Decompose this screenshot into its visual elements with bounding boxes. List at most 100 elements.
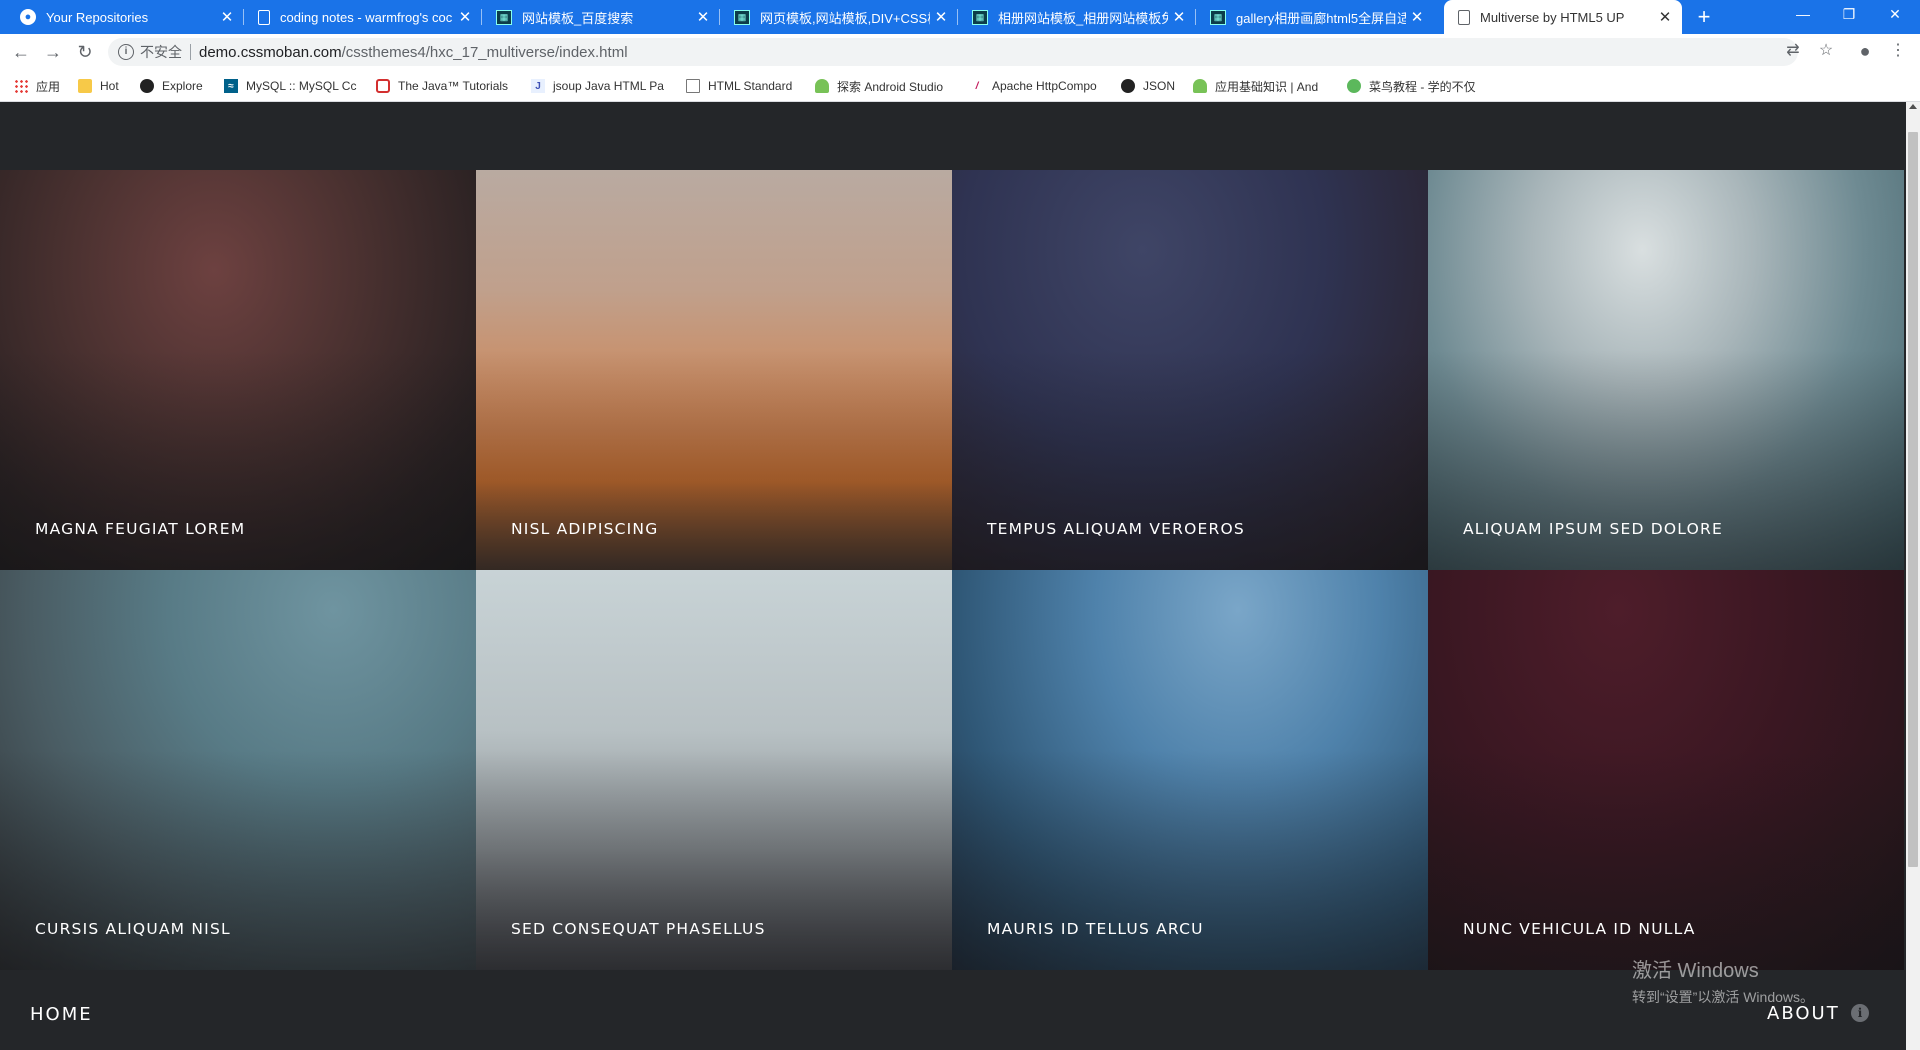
tab-coding-notes[interactable]: coding notes - warmfrog's coc ✕ (244, 0, 482, 34)
bookmark-mysql[interactable]: ≈ MySQL :: MySQL Cc (224, 76, 360, 96)
bookmark-explore[interactable]: Explore (140, 76, 215, 96)
bookmark-android-basics[interactable]: 应用基础知识 | And (1193, 76, 1331, 96)
tab-your-repositories[interactable]: ● Your Repositories ✕ (6, 0, 244, 34)
gallery-item[interactable]: TEMPUS ALIQUAM VEROEROS (952, 170, 1428, 570)
tab-multiverse[interactable]: Multiverse by HTML5 UP ✕ (1444, 0, 1682, 34)
tab-title: Your Repositories (46, 9, 149, 25)
tab-gallery-html5[interactable]: ▦ gallery相册画廊html5全屏自适应 ✕ (1196, 0, 1434, 34)
bookmark-runoob[interactable]: 菜鸟教程 - 学的不仅 (1347, 76, 1487, 96)
bookmark-java-tutorials[interactable]: The Java™ Tutorials (376, 76, 516, 96)
tab-title: 网页模板,网站模板,DIV+CSS模板 (760, 10, 930, 26)
site-footer: HOME ABOUT i (0, 970, 1906, 1050)
close-icon[interactable]: ✕ (1654, 8, 1676, 26)
window-close-button[interactable]: ✕ (1872, 0, 1918, 30)
bookmark-label: JSON (1143, 79, 1176, 93)
address-bar[interactable]: i 不安全 demo.cssmoban.com/cssthemes4/hxc_1… (108, 38, 1798, 66)
tab-strip: ● Your Repositories ✕ coding notes - war… (0, 0, 1920, 34)
gallery-item[interactable]: SED CONSEQUAT PHASELLUS (476, 570, 952, 970)
back-icon[interactable]: ← (9, 40, 33, 64)
template-site-icon: ▦ (972, 9, 988, 25)
divider (190, 44, 191, 60)
close-icon[interactable]: ✕ (1168, 8, 1190, 26)
template-site-icon: ▦ (734, 9, 750, 25)
json-icon (1121, 79, 1135, 93)
bookmark-label: The Java™ Tutorials (398, 79, 509, 93)
star-icon[interactable]: ☆ (1813, 38, 1839, 64)
gallery-item-caption: NUNC VEHICULA ID NULLA (1463, 920, 1696, 938)
bookmark-apache-httpcomponents[interactable]: / Apache HttpCompo (970, 76, 1106, 96)
github-icon (140, 79, 154, 93)
tab-album-templates[interactable]: ▦ 相册网站模板_相册网站模板免费 ✕ (958, 0, 1196, 34)
forward-icon[interactable]: → (41, 40, 65, 64)
android-icon (815, 79, 829, 93)
page-viewport: MAGNA FEUGIAT LOREM NISL ADIPISCING TEMP… (0, 102, 1906, 1050)
scrollbar-thumb[interactable] (1908, 132, 1918, 867)
bookmark-label: MySQL :: MySQL Cc (246, 79, 357, 93)
bookmark-hot[interactable]: Hot (78, 76, 128, 96)
oracle-icon (376, 79, 390, 93)
url-host: demo.cssmoban.com (199, 43, 342, 61)
jsoup-icon: J (531, 79, 545, 93)
bookmarks-bar: 应用 Hot Explore ≈ MySQL :: MySQL Cc The J… (0, 70, 1920, 102)
bookmark-label: Explore (162, 79, 203, 93)
new-tab-button[interactable]: + (1691, 4, 1717, 30)
site-info-icon[interactable]: i (118, 44, 134, 60)
gallery-item[interactable]: ALIQUAM IPSUM SED DOLORE (1428, 170, 1904, 570)
bookmark-label: Hot (100, 79, 119, 93)
bookmark-label: 菜鸟教程 - 学的不仅 (1369, 79, 1476, 94)
page-scrollbar[interactable] (1906, 102, 1920, 1050)
scroll-up-icon[interactable] (1909, 104, 1917, 109)
gallery-item[interactable]: NUNC VEHICULA ID NULLA (1428, 570, 1904, 970)
close-icon[interactable]: ✕ (454, 8, 476, 26)
page-icon (686, 79, 700, 93)
profile-icon[interactable]: ● (1852, 38, 1878, 64)
watermark-title: 激活 Windows (1632, 960, 1759, 982)
gallery-item-caption: ALIQUAM IPSUM SED DOLORE (1463, 520, 1723, 538)
url-path: /cssthemes4/hxc_17_multiverse/index.html (341, 43, 628, 61)
android-icon (1193, 79, 1207, 93)
tab-baidu-search[interactable]: ▦ 网站模板_百度搜索 ✕ (482, 0, 720, 34)
watermark-subtitle: 转到“设置”以激活 Windows。 (1632, 989, 1815, 1005)
apache-icon: / (975, 80, 979, 92)
info-icon[interactable]: i (1851, 1004, 1869, 1022)
gallery-item[interactable]: MAGNA FEUGIAT LOREM (0, 170, 476, 570)
browser-toolbar: ← → ↻ i 不安全 demo.cssmoban.com/cssthemes4… (0, 34, 1920, 70)
gallery-item-caption: NISL ADIPISCING (511, 520, 659, 538)
translate-icon[interactable]: ⇄ (1780, 38, 1806, 64)
gallery-grid: MAGNA FEUGIAT LOREM NISL ADIPISCING TEMP… (0, 170, 1906, 970)
close-icon[interactable]: ✕ (216, 8, 238, 26)
tab-web-templates[interactable]: ▦ 网页模板,网站模板,DIV+CSS模板 ✕ (720, 0, 958, 34)
bookmark-label: 探索 Android Studio (837, 79, 944, 94)
tab-title: coding notes - warmfrog's coc (280, 9, 453, 25)
tab-title: gallery相册画廊html5全屏自适应 (1236, 10, 1406, 26)
bookmark-jsoup[interactable]: J jsoup Java HTML Pa (531, 76, 667, 96)
page-icon (1458, 9, 1470, 25)
minimize-button[interactable]: — (1780, 0, 1826, 30)
gallery-item[interactable]: CURSIS ALIQUAM NISL (0, 570, 476, 970)
gallery-item-caption: TEMPUS ALIQUAM VEROEROS (987, 520, 1245, 538)
bookmark-apps[interactable]: 应用 (14, 76, 69, 96)
home-link[interactable]: HOME (30, 1004, 93, 1025)
restore-button[interactable]: ❐ (1826, 0, 1872, 30)
github-icon: ● (20, 9, 36, 25)
reload-icon[interactable]: ↻ (73, 40, 97, 64)
mysql-icon: ≈ (224, 79, 238, 93)
gallery-item[interactable]: NISL ADIPISCING (476, 170, 952, 570)
bookmark-android-studio[interactable]: 探索 Android Studio (815, 76, 951, 96)
bookmark-json[interactable]: JSON (1121, 76, 1181, 96)
template-site-icon: ▦ (496, 9, 512, 25)
close-icon[interactable]: ✕ (930, 8, 952, 26)
gallery-item-caption: CURSIS ALIQUAM NISL (35, 920, 231, 938)
menu-icon[interactable]: ⋮ (1885, 38, 1911, 64)
bookmark-label: 应用基础知识 | And (1215, 79, 1319, 94)
bookmark-label: Apache HttpCompo (992, 79, 1097, 93)
close-icon[interactable]: ✕ (692, 8, 714, 26)
gallery-item-caption: MAURIS ID TELLUS ARCU (987, 920, 1204, 938)
bookmark-label: 应用 (36, 79, 61, 94)
bookmark-html-standard[interactable]: HTML Standard (686, 76, 801, 96)
close-icon[interactable]: ✕ (1406, 8, 1428, 26)
tab-title: 相册网站模板_相册网站模板免费 (998, 10, 1168, 26)
folder-icon (78, 79, 92, 93)
gallery-item[interactable]: MAURIS ID TELLUS ARCU (952, 570, 1428, 970)
tab-title: 网站模板_百度搜索 (522, 10, 634, 26)
